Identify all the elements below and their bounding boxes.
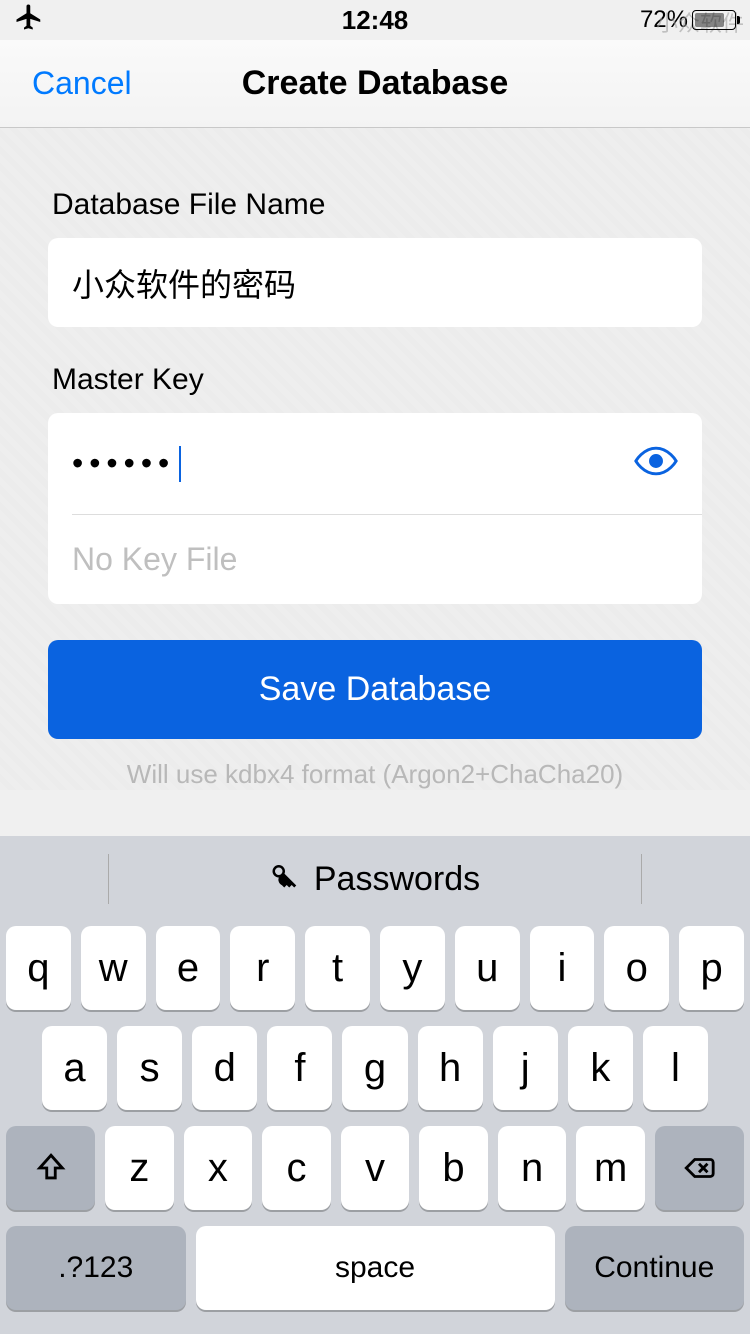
text-cursor [179, 446, 181, 482]
key-h[interactable]: h [418, 1026, 483, 1110]
key-f[interactable]: f [267, 1026, 332, 1110]
key-q[interactable]: q [6, 926, 71, 1010]
key-w[interactable]: w [81, 926, 146, 1010]
passwords-suggestion[interactable]: Passwords [314, 860, 480, 899]
filename-label: Database File Name [52, 188, 702, 222]
cancel-button[interactable]: Cancel [32, 65, 132, 102]
keyfile-row[interactable]: No Key File [48, 515, 702, 604]
key-a[interactable]: a [42, 1026, 107, 1110]
key-b[interactable]: b [419, 1126, 488, 1210]
backspace-key[interactable] [655, 1126, 744, 1210]
symbols-key[interactable]: .?123 [6, 1226, 186, 1310]
nav-bar: Cancel Create Database [0, 40, 750, 128]
continue-key[interactable]: Continue [565, 1226, 745, 1310]
key-e[interactable]: e [156, 926, 221, 1010]
masterkey-label: Master Key [52, 363, 702, 397]
key-t[interactable]: t [305, 926, 370, 1010]
filename-input[interactable] [48, 238, 702, 327]
battery-icon [692, 10, 736, 30]
page-title: Create Database [242, 64, 508, 103]
key-row-2: a s d f g h j k l [6, 1026, 744, 1110]
key-j[interactable]: j [493, 1026, 558, 1110]
masterkey-row[interactable]: •••••• [48, 413, 702, 514]
key-z[interactable]: z [105, 1126, 174, 1210]
key-l[interactable]: l [643, 1026, 708, 1110]
shift-key[interactable] [6, 1126, 95, 1210]
save-button[interactable]: Save Database [48, 640, 702, 739]
key-g[interactable]: g [342, 1026, 407, 1110]
key-k[interactable]: k [568, 1026, 633, 1110]
form-content: Database File Name Master Key •••••• No … [0, 128, 750, 790]
masterkey-group: •••••• No Key File [48, 413, 702, 604]
key-v[interactable]: v [341, 1126, 410, 1210]
key-icon [270, 860, 300, 899]
format-hint: Will use kdbx4 format (Argon2+ChaCha20) [48, 759, 702, 790]
key-i[interactable]: i [530, 926, 595, 1010]
key-r[interactable]: r [230, 926, 295, 1010]
key-p[interactable]: p [679, 926, 744, 1010]
key-u[interactable]: u [455, 926, 520, 1010]
key-c[interactable]: c [262, 1126, 331, 1210]
key-s[interactable]: s [117, 1026, 182, 1110]
keyboard-suggestion-bar[interactable]: Passwords [0, 836, 750, 922]
status-bar: 12:48 72% [0, 0, 750, 40]
key-d[interactable]: d [192, 1026, 257, 1110]
key-row-1: q w e r t y u i o p [6, 926, 744, 1010]
key-y[interactable]: y [380, 926, 445, 1010]
key-n[interactable]: n [498, 1126, 567, 1210]
space-key[interactable]: space [196, 1226, 555, 1310]
masterkey-input[interactable]: •••••• [72, 445, 175, 482]
key-row-4: .?123 space Continue [6, 1226, 744, 1310]
key-row-3: z x c v b n m [6, 1126, 744, 1210]
status-time: 12:48 [0, 5, 750, 36]
key-m[interactable]: m [576, 1126, 645, 1210]
keyfile-placeholder: No Key File [72, 541, 237, 578]
keyboard-rows: q w e r t y u i o p a s d f g h j k l [0, 922, 750, 1310]
key-o[interactable]: o [604, 926, 669, 1010]
keyboard: Passwords q w e r t y u i o p a s d f g … [0, 836, 750, 1334]
eye-icon[interactable] [634, 439, 678, 488]
key-x[interactable]: x [184, 1126, 253, 1210]
